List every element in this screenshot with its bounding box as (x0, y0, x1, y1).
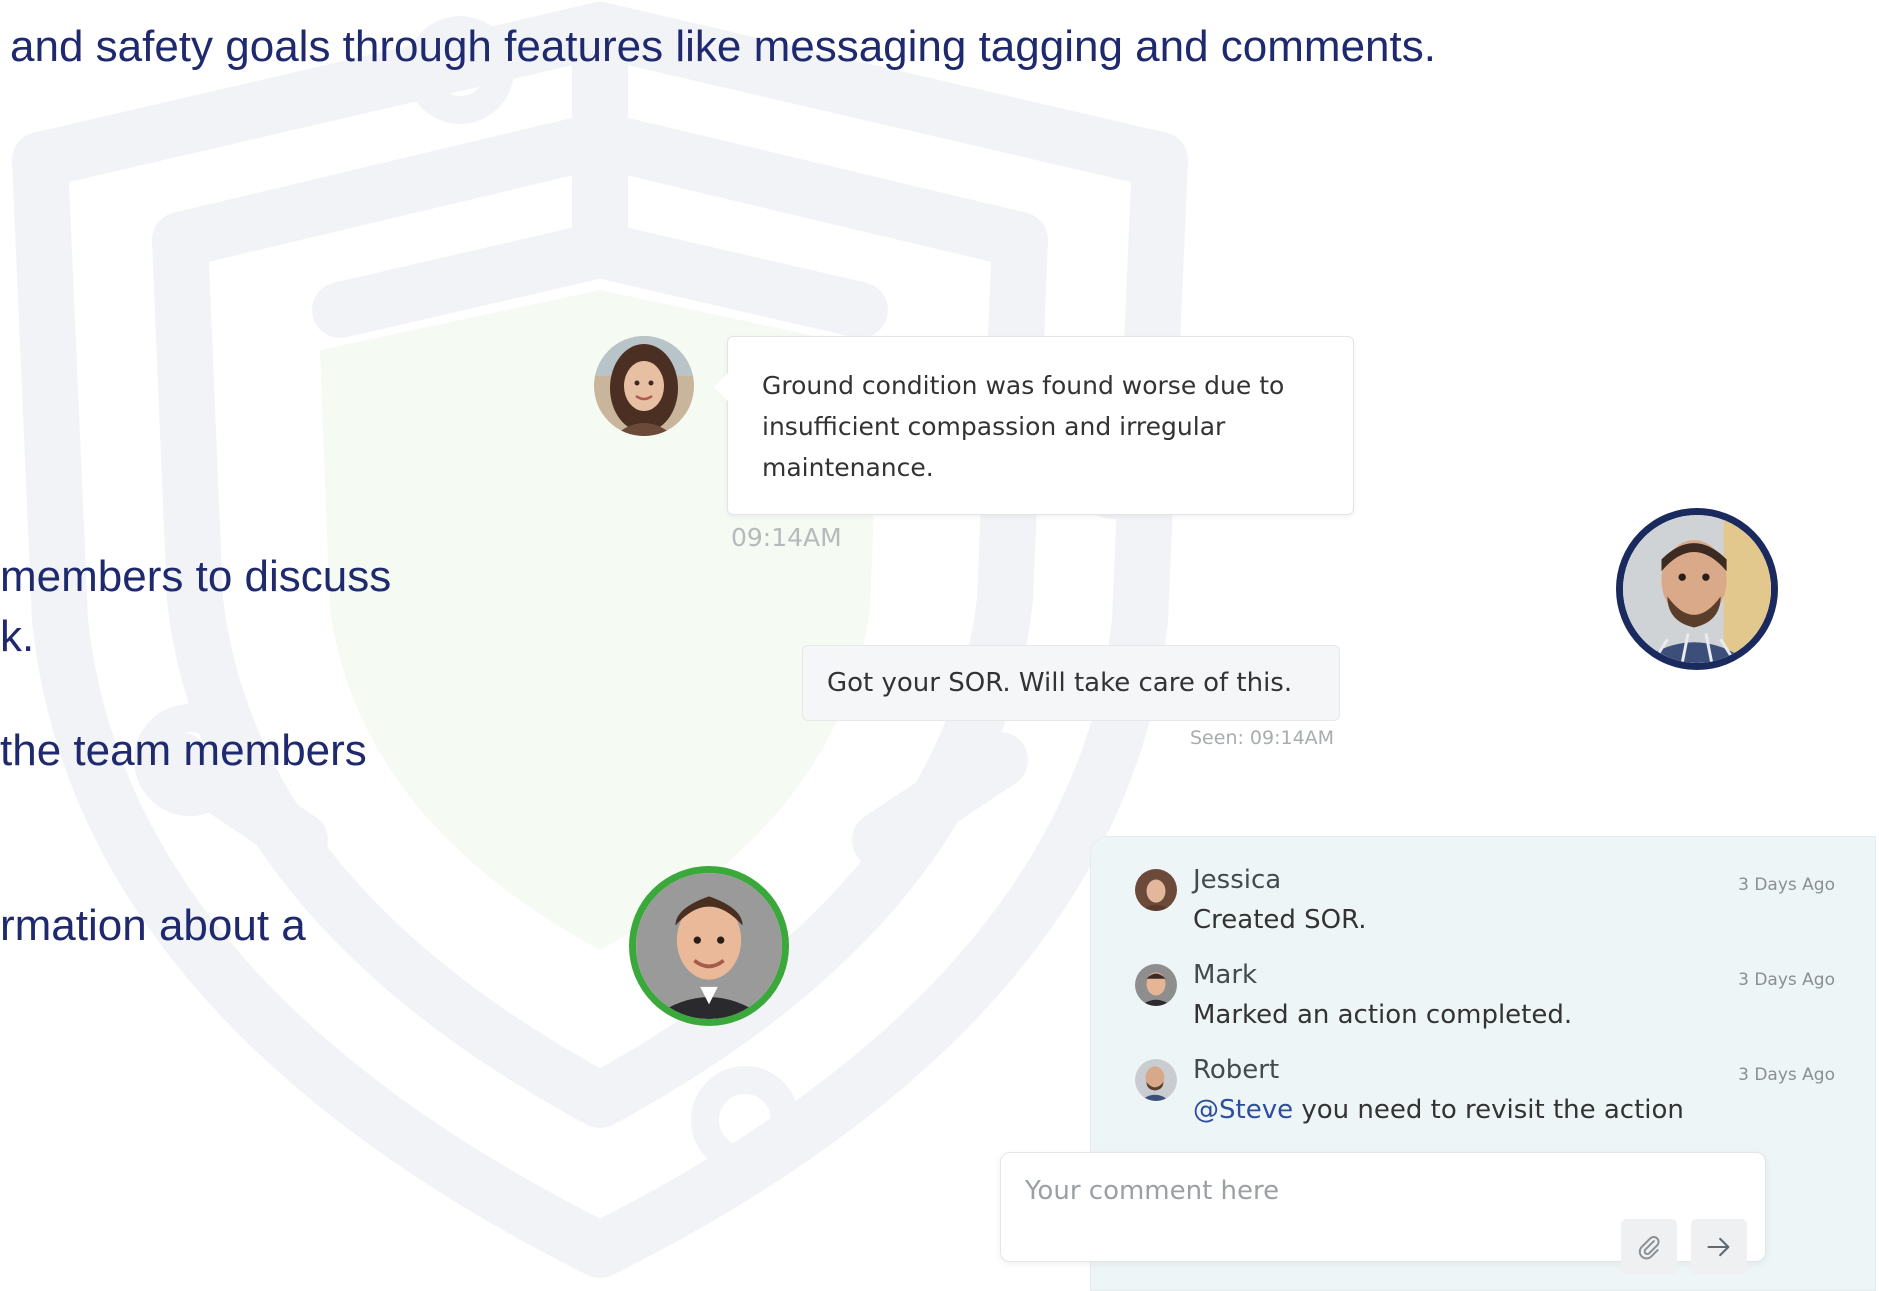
avatar-mark (629, 866, 789, 1026)
incoming-message-time: 09:14AM (731, 523, 842, 552)
activity-item[interactable]: Robert 3 Days Ago @Steve you need to rev… (1135, 1055, 1835, 1135)
avatar-outgoing (1616, 508, 1778, 670)
avatar (1135, 964, 1177, 1006)
attach-icon (1638, 1236, 1660, 1260)
activity-text: Marked an action completed. (1193, 1000, 1573, 1030)
activity-text: @Steve you need to revisit the action (1193, 1095, 1684, 1125)
avatar (1135, 1059, 1177, 1101)
left-text-line-2: k. (0, 612, 35, 661)
send-button[interactable] (1691, 1219, 1747, 1275)
activity-time: 3 Days Ago (1738, 1065, 1835, 1085)
send-arrow-icon (1707, 1237, 1730, 1257)
mention-link[interactable]: @Steve (1193, 1095, 1293, 1125)
outgoing-message-text: Got your SOR. Will take care of this. (827, 668, 1293, 698)
seen-status: Seen: 09:14AM (1190, 727, 1335, 749)
incoming-message-bubble: Ground condition was found worse due to … (714, 336, 1354, 515)
left-text-line-1: members to discuss (0, 552, 392, 601)
intro-text: and safety goals through features like m… (10, 22, 1436, 71)
activity-time: 3 Days Ago (1738, 970, 1835, 990)
incoming-message-text: Ground condition was found worse due to … (762, 371, 1285, 482)
activity-user-name: Jessica (1193, 865, 1282, 895)
bubble-tail (714, 373, 728, 401)
activity-user-name: Mark (1193, 960, 1258, 990)
avatar-incoming (594, 336, 694, 436)
left-text-line-4: rmation about a (0, 901, 306, 950)
activity-user-name: Robert (1193, 1055, 1280, 1085)
outgoing-message-bubble: Got your SOR. Will take care of this. (802, 645, 1340, 721)
comment-box (1000, 1152, 1766, 1275)
attach-button[interactable] (1621, 1219, 1677, 1275)
avatar (1135, 869, 1177, 911)
activity-item[interactable]: Jessica 3 Days Ago Created SOR. (1135, 865, 1835, 945)
activity-time: 3 Days Ago (1738, 875, 1835, 895)
activity-item[interactable]: Mark 3 Days Ago Marked an action complet… (1135, 960, 1835, 1040)
activity-text-rest: you need to revisit the action (1293, 1095, 1684, 1125)
left-text-line-3: the team members (0, 726, 367, 775)
comment-input[interactable] (1025, 1171, 1585, 1211)
activity-text: Created SOR. (1193, 905, 1367, 935)
